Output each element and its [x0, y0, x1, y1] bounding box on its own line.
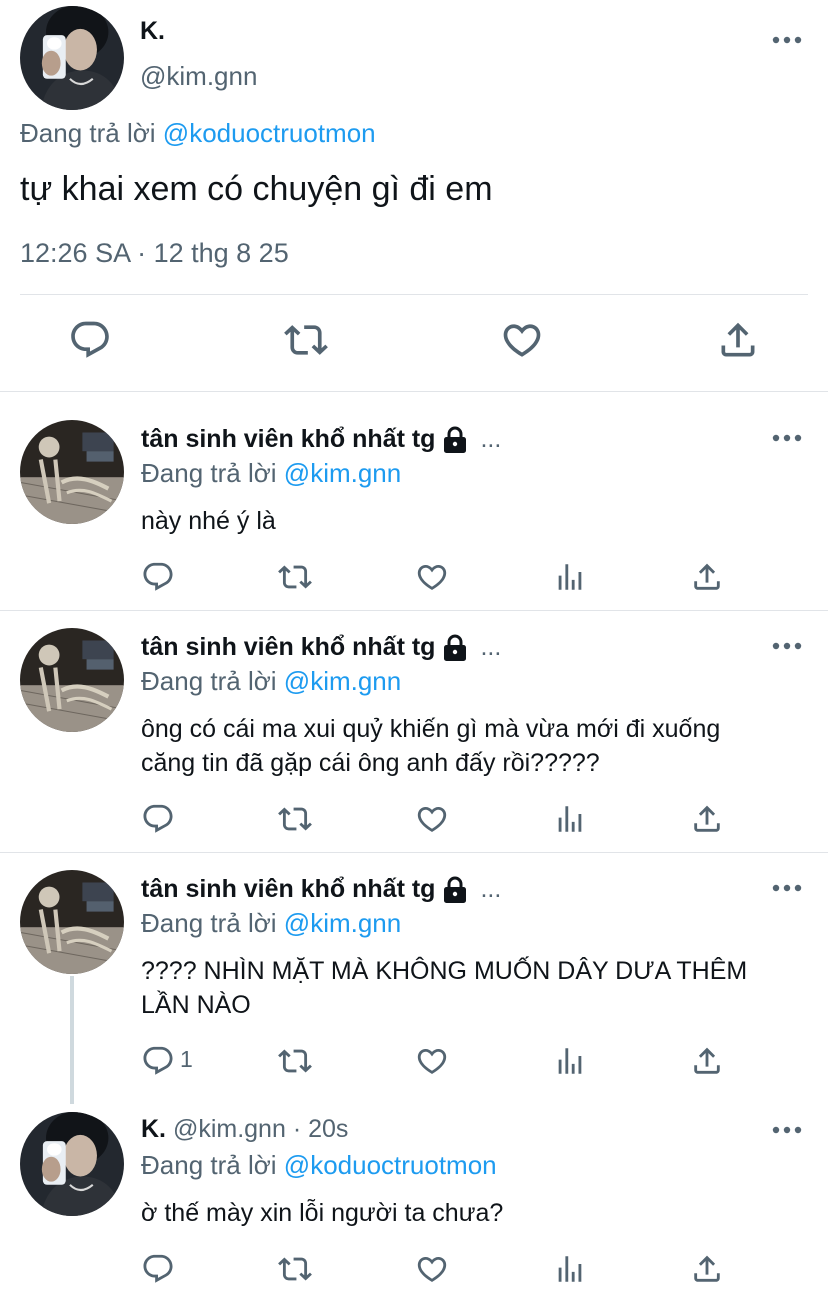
divider — [0, 852, 828, 853]
tweet-timestamp[interactable]: 12:26 SA · 12 thg 8 25 — [20, 238, 289, 269]
more-icon[interactable] — [772, 882, 802, 894]
replying-to-link[interactable]: @kim.gnn — [284, 458, 401, 488]
retweet-icon[interactable] — [278, 1044, 312, 1078]
tweet-text: ờ thế mày xin lỗi người ta chưa? — [141, 1199, 504, 1227]
action-bar — [0, 802, 828, 838]
display-name[interactable]: tân sinh viên khổ nhất tg — [141, 633, 435, 662]
profile-photo-icon — [20, 6, 124, 110]
replying-prefix: Đang trả lời — [20, 118, 156, 148]
display-name[interactable]: K. — [141, 1115, 166, 1143]
share-icon[interactable] — [690, 1044, 724, 1078]
retweet-icon[interactable] — [278, 560, 312, 594]
action-bar: 1 — [0, 1044, 828, 1080]
more-icon[interactable] — [772, 432, 802, 444]
handle-and-time[interactable]: @kim.gnn · 20s — [173, 1115, 348, 1143]
like-icon[interactable] — [500, 318, 544, 362]
replying-to-link[interactable]: @koduoctruotmon — [163, 118, 376, 148]
replying-to: Đang trả lời @kim.gnn — [141, 666, 401, 697]
divider — [0, 391, 828, 392]
avatar[interactable] — [20, 6, 124, 110]
like-icon[interactable] — [415, 1044, 449, 1078]
reply-header: K. @kim.gnn · 20s — [141, 1115, 348, 1144]
profile-photo-icon — [20, 628, 124, 732]
share-icon[interactable] — [690, 802, 724, 836]
profile-photo-icon — [20, 870, 124, 974]
reply-icon[interactable] — [141, 802, 175, 836]
avatar[interactable] — [20, 420, 124, 524]
replying-to-link[interactable]: @kim.gnn — [284, 908, 401, 938]
action-bar — [0, 1252, 828, 1288]
reply-header: tân sinh viên khổ nhất tg ... — [141, 875, 501, 904]
action-bar — [0, 318, 828, 368]
reply-icon[interactable] — [141, 1252, 175, 1286]
like-icon[interactable] — [415, 802, 449, 836]
user-handle[interactable]: @kim.gnn — [140, 61, 257, 92]
profile-photo-icon — [20, 1112, 124, 1216]
replying-to-link[interactable]: @kim.gnn — [284, 666, 401, 696]
tweet-text: ông có cái ma xui quỷ khiến gì mà vừa mớ… — [141, 715, 721, 777]
action-bar — [0, 560, 828, 596]
views-icon[interactable] — [553, 1044, 587, 1078]
truncation-ellipsis: ... — [480, 425, 502, 453]
retweet-icon[interactable] — [284, 318, 328, 362]
more-icon[interactable] — [772, 34, 802, 46]
like-icon[interactable] — [415, 560, 449, 594]
share-icon[interactable] — [690, 560, 724, 594]
display-name[interactable]: K. — [140, 17, 165, 46]
more-icon[interactable] — [772, 640, 802, 652]
replying-prefix: Đang trả lời — [141, 1150, 277, 1180]
tweet-text: ???? NHÌN MẶT MÀ KHÔNG MUỐN DÂY DƯA THÊM… — [141, 957, 748, 1019]
replying-to: Đang trả lời @koduoctruotmon — [141, 1150, 497, 1181]
avatar[interactable] — [20, 628, 124, 732]
lock-icon — [442, 634, 468, 662]
replying-prefix: Đang trả lời — [141, 908, 277, 938]
views-icon[interactable] — [553, 560, 587, 594]
avatar[interactable] — [20, 870, 124, 974]
reply-icon[interactable] — [141, 560, 175, 594]
replying-to-link[interactable]: @koduoctruotmon — [284, 1150, 497, 1180]
thread-connector — [70, 976, 74, 1104]
lock-icon — [442, 876, 468, 904]
avatar[interactable] — [20, 1112, 124, 1216]
like-icon[interactable] — [415, 1252, 449, 1286]
truncation-ellipsis: ... — [480, 875, 502, 903]
share-icon[interactable] — [690, 1252, 724, 1286]
views-icon[interactable] — [553, 802, 587, 836]
reply-count: 1 — [180, 1046, 193, 1072]
reply-header: tân sinh viên khổ nhất tg ... — [141, 425, 501, 454]
reply-icon[interactable] — [141, 1044, 175, 1078]
retweet-icon[interactable] — [278, 1252, 312, 1286]
replying-to: Đang trả lời @kim.gnn — [141, 908, 401, 939]
tweet-text: tự khai xem có chuyện gì đi em — [20, 170, 493, 208]
replying-to: Đang trả lời @koduoctruotmon — [20, 118, 376, 149]
more-icon[interactable] — [772, 1124, 802, 1136]
views-icon[interactable] — [553, 1252, 587, 1286]
profile-photo-icon — [20, 420, 124, 524]
replying-prefix: Đang trả lời — [141, 666, 277, 696]
replying-prefix: Đang trả lời — [141, 458, 277, 488]
retweet-icon[interactable] — [278, 802, 312, 836]
divider — [0, 610, 828, 611]
divider — [20, 294, 808, 295]
display-name[interactable]: tân sinh viên khổ nhất tg — [141, 425, 435, 454]
tweet-text: này nhé ý là — [141, 507, 276, 535]
reply-header: tân sinh viên khổ nhất tg ... — [141, 633, 501, 662]
lock-icon — [442, 426, 468, 454]
replying-to: Đang trả lời @kim.gnn — [141, 458, 401, 489]
truncation-ellipsis: ... — [480, 633, 502, 661]
share-icon[interactable] — [716, 318, 760, 362]
reply-icon[interactable] — [68, 318, 112, 362]
display-name[interactable]: tân sinh viên khổ nhất tg — [141, 875, 435, 904]
